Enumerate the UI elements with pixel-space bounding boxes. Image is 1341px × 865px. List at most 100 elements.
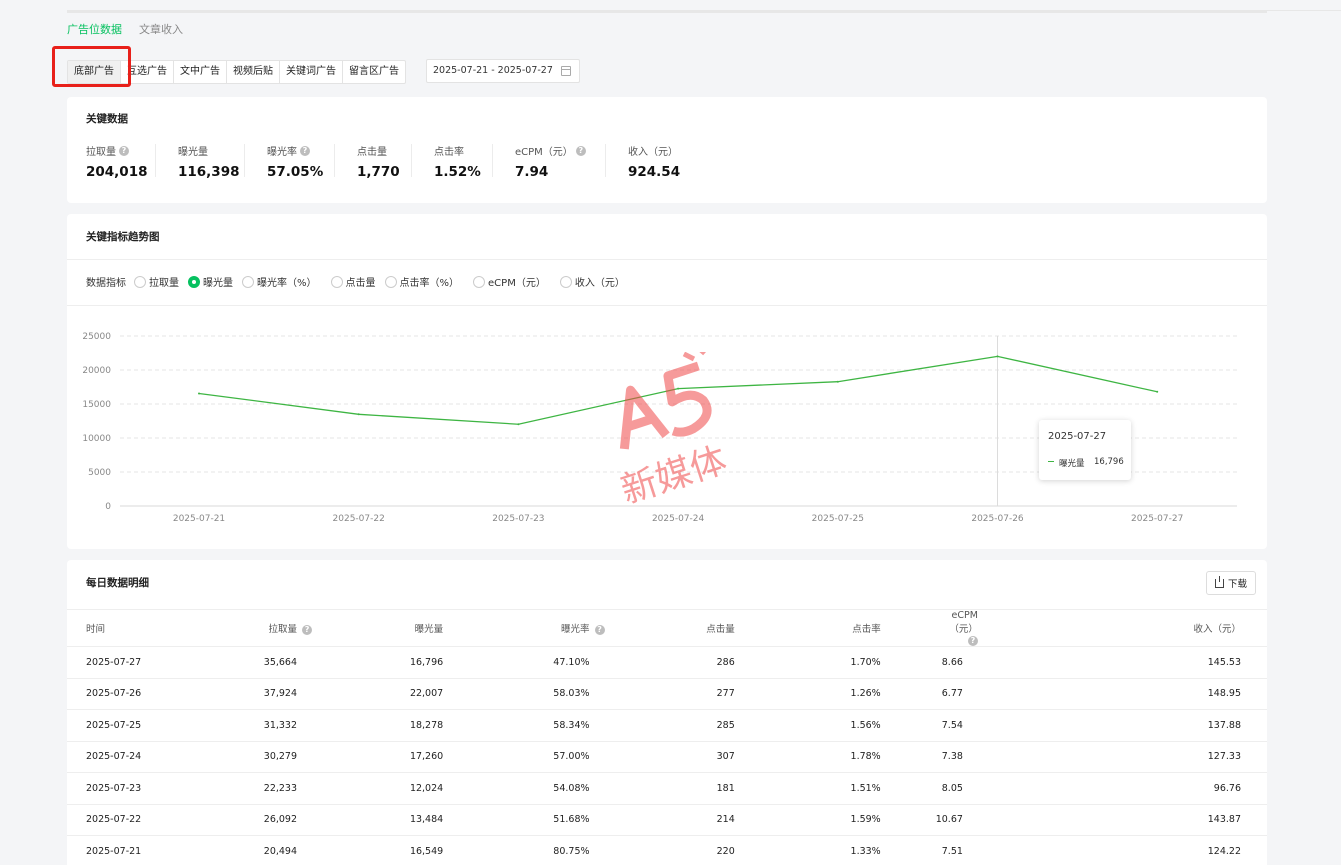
table-cell: 96.76 [1117, 772, 1267, 805]
table-cell: 26,092 [210, 804, 353, 836]
help-icon[interactable]: ? [302, 625, 313, 635]
column-header-label: eCPM（元） [949, 610, 978, 635]
table-cell: 51.68% [498, 804, 645, 836]
column-header-label: 曝光量 [414, 624, 444, 635]
daily-table: 时间 拉取量? 曝光量 曝光率? 点击量 点击率 eCPM（元）? 收入（元） 2025-07… [67, 609, 1267, 865]
table-row: 2025-07-27 35,664 16,796 47.10% 286 1.70% 8.66… [67, 646, 1267, 679]
table-cell: 148.95 [1117, 678, 1267, 710]
table-cell: 35,664 [210, 646, 353, 679]
column-header: 时间 [67, 609, 211, 647]
table-cell: 2025-07-21 [67, 835, 211, 865]
download-button[interactable]: 下载 [1206, 571, 1256, 595]
x-tick-label: 2025-07-25 [812, 514, 864, 524]
table-cell: 143.87 [1117, 804, 1267, 836]
table-row: 2025-07-21 20,494 16,549 80.75% 220 1.33% 7.51… [67, 835, 1267, 865]
table-cell: 6.77 [935, 678, 1118, 710]
column-header-label: 点击率 [852, 624, 881, 635]
column-header: 曝光量 [352, 609, 499, 647]
column-header-label: 拉取量 [268, 624, 298, 635]
data-point [517, 423, 520, 426]
table-cell: 37,924 [210, 678, 353, 710]
table-cell: 1.78% [789, 741, 936, 773]
data-point [1156, 390, 1159, 393]
column-header-label: 时间 [86, 624, 106, 635]
column-header: 点击量 [644, 609, 790, 647]
table-cell: 2025-07-27 [67, 646, 211, 679]
table-cell: 22,007 [352, 678, 499, 710]
table-cell: 277 [644, 678, 790, 710]
y-tick-label: 25000 [82, 332, 111, 342]
table-cell: 20,494 [210, 835, 353, 865]
table-cell: 1.33% [789, 835, 936, 865]
data-point [996, 355, 999, 358]
table-row: 2025-07-26 37,924 22,007 58.03% 277 1.26% 6.77… [67, 678, 1267, 710]
table-cell: 17,260 [352, 741, 499, 773]
data-point [357, 413, 360, 416]
table-cell: 58.34% [498, 709, 645, 742]
table-cell: 7.51 [935, 835, 1118, 865]
table-cell: 22,233 [210, 772, 353, 805]
y-tick-label: 10000 [82, 434, 111, 444]
table-cell: 7.38 [935, 741, 1118, 773]
tooltip-series-name: 曝光量 [1059, 459, 1085, 469]
table-cell: 2025-07-25 [67, 709, 211, 742]
x-tick-label: 2025-07-21 [173, 514, 225, 524]
table-cell: 124.22 [1117, 835, 1267, 865]
column-header: 拉取量? [210, 609, 353, 647]
download-label: 下载 [1227, 579, 1247, 590]
table-cell: 214 [644, 804, 790, 836]
table-cell: 57.00% [498, 741, 645, 773]
y-tick-label: 15000 [82, 400, 111, 410]
chart-tooltip: 2025-07-27 曝光量 16,796 [1039, 420, 1131, 480]
table-row: 2025-07-23 22,233 12,024 54.08% 181 1.51% 8.05… [67, 772, 1267, 805]
y-tick-label: 0 [105, 502, 111, 512]
table-cell: 80.75% [498, 835, 645, 865]
table-cell: 220 [644, 835, 790, 865]
column-header-label: 点击量 [706, 624, 735, 635]
table-cell: 16,796 [352, 646, 499, 679]
table-cell: 1.70% [789, 646, 936, 679]
table-row: 2025-07-24 30,279 17,260 57.00% 307 1.78% 7.38… [67, 741, 1267, 773]
daily-detail-card: 每日数据明细 下载 时间 拉取量? 曝光量 曝光率? 点击量 点击率 eCPM（元）? 收入（… [67, 560, 1267, 865]
table-cell: 2025-07-22 [67, 804, 211, 836]
data-point [198, 392, 200, 395]
x-tick-label: 2025-07-26 [971, 514, 1024, 524]
table-cell: 16,549 [352, 835, 499, 865]
download-icon [1214, 575, 1224, 588]
table-cell: 1.51% [789, 772, 936, 805]
table-cell: 10.67 [935, 804, 1118, 836]
x-tick-label: 2025-07-24 [652, 514, 705, 524]
table-cell: 137.88 [1117, 709, 1267, 742]
table-cell: 181 [644, 772, 790, 805]
table-cell: 8.05 [935, 772, 1118, 805]
help-icon[interactable]: ? [594, 625, 605, 635]
help-icon[interactable]: ? [967, 636, 978, 646]
table-cell: 286 [644, 646, 790, 679]
table-cell: 30,279 [210, 741, 353, 773]
table-cell: 145.53 [1117, 646, 1267, 679]
table-cell: 58.03% [498, 678, 645, 710]
y-tick-label: 20000 [82, 366, 111, 376]
daily-title: 每日数据明细 [86, 577, 149, 589]
x-tick-label: 2025-07-23 [492, 514, 544, 524]
table-cell: 12,024 [352, 772, 499, 805]
table-row: 2025-07-22 26,092 13,484 51.68% 214 1.59% 10.6… [67, 804, 1267, 836]
table-cell: 13,484 [352, 804, 499, 836]
column-header: 曝光率? [498, 609, 645, 647]
table-cell: 1.59% [789, 804, 936, 836]
y-tick-label: 5000 [88, 468, 111, 478]
column-header-label: 曝光率 [561, 624, 590, 635]
x-tick-label: 2025-07-27 [1131, 514, 1183, 524]
column-header-label: 收入（元） [1193, 624, 1241, 635]
table-cell: 285 [644, 709, 790, 742]
data-point [677, 387, 680, 390]
table-cell: 47.10% [498, 646, 645, 679]
tooltip-date: 2025-07-27 [1048, 431, 1107, 442]
column-header: 点击率 [789, 609, 936, 647]
table-cell: 8.66 [935, 646, 1118, 679]
column-header: eCPM（元）? [935, 609, 1118, 647]
table-row: 2025-07-25 31,332 18,278 58.34% 285 1.56% 7.54… [67, 709, 1267, 742]
table-cell: 2025-07-23 [67, 772, 211, 805]
column-header: 收入（元） [1117, 609, 1267, 647]
table-cell: 1.26% [789, 678, 936, 710]
